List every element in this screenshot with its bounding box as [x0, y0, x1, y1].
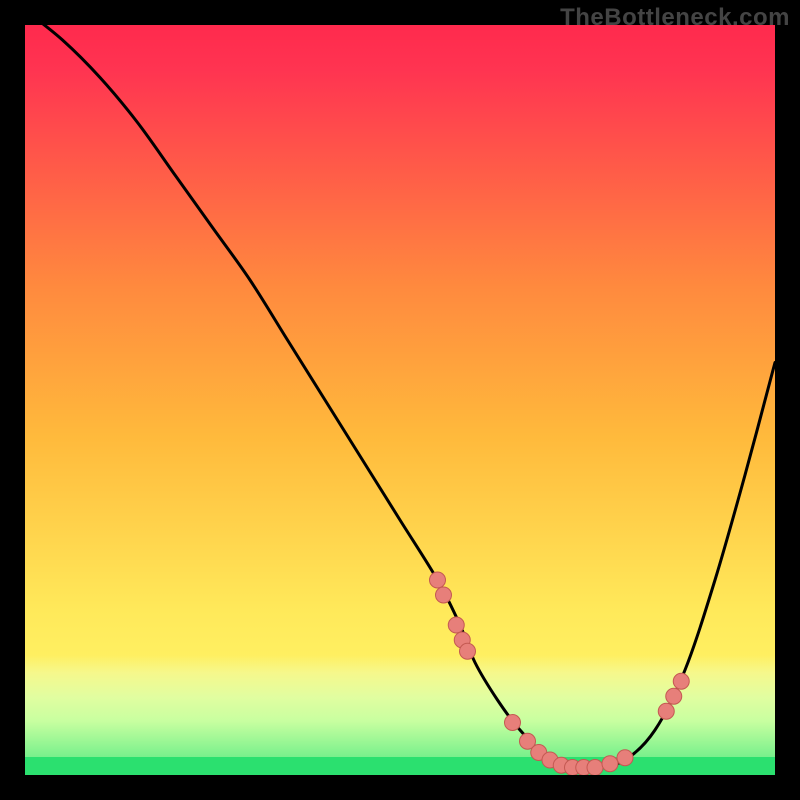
curve-marker-dot	[617, 750, 633, 766]
curve-marker-dot	[436, 587, 452, 603]
plot-area	[25, 25, 775, 775]
chart-container: TheBottleneck.com	[0, 0, 800, 800]
curve-markers	[25, 25, 775, 775]
curve-marker-dot	[666, 688, 682, 704]
curve-marker-dot	[602, 756, 618, 772]
curve-marker-dot	[448, 617, 464, 633]
curve-marker-dot	[587, 760, 603, 776]
curve-marker-dot	[673, 673, 689, 689]
curve-marker-dot	[505, 715, 521, 731]
curve-marker-dot	[430, 572, 446, 588]
watermark-text: TheBottleneck.com	[560, 4, 790, 32]
curve-marker-dot	[658, 703, 674, 719]
curve-marker-dot	[460, 643, 476, 659]
